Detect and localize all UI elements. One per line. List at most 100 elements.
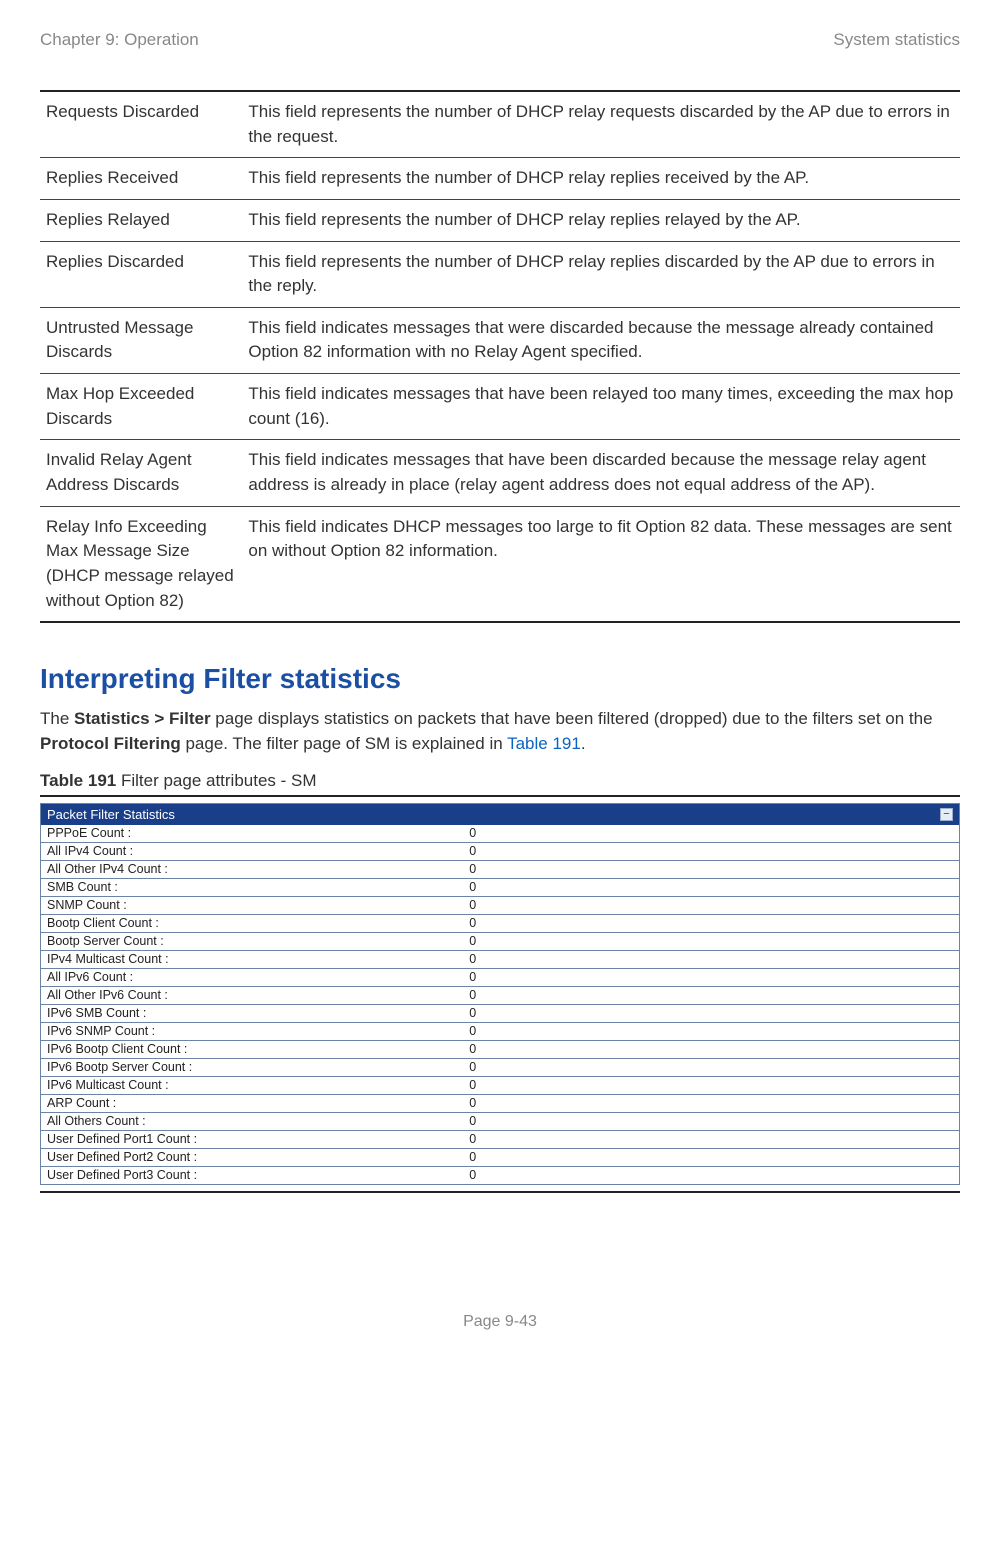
stats-value: 0 [463, 842, 959, 860]
definition-term: Invalid Relay Agent Address Discards [40, 440, 242, 506]
caption-bold: Table 191 [40, 771, 116, 790]
stats-row: PPPoE Count :0 [41, 825, 959, 843]
stats-row: All Others Count :0 [41, 1112, 959, 1130]
stats-row: All IPv4 Count :0 [41, 842, 959, 860]
stats-value: 0 [463, 896, 959, 914]
stats-row: All Other IPv4 Count :0 [41, 860, 959, 878]
stats-value: 0 [463, 932, 959, 950]
definition-row: Invalid Relay Agent Address DiscardsThis… [40, 440, 960, 506]
stats-value: 0 [463, 1022, 959, 1040]
stats-label: PPPoE Count : [41, 825, 463, 843]
definition-desc: This field indicates messages that have … [242, 374, 960, 440]
stats-row: SNMP Count :0 [41, 896, 959, 914]
definition-term: Replies Received [40, 158, 242, 200]
definition-term: Max Hop Exceeded Discards [40, 374, 242, 440]
section-heading: Interpreting Filter statistics [40, 663, 960, 695]
definition-term: Relay Info Exceeding Max Message Size (D… [40, 506, 242, 622]
definition-row: Replies ReceivedThis field represents th… [40, 158, 960, 200]
header-right: System statistics [833, 30, 960, 50]
stats-label: SNMP Count : [41, 896, 463, 914]
definition-desc: This field represents the number of DHCP… [242, 158, 960, 200]
stats-row: ARP Count :0 [41, 1094, 959, 1112]
definition-row: Requests DiscardedThis field represents … [40, 91, 960, 158]
table-link[interactable]: Table 191 [507, 734, 581, 753]
stats-value: 0 [463, 1166, 959, 1184]
stats-value: 0 [463, 950, 959, 968]
stats-label: Bootp Client Count : [41, 914, 463, 932]
definition-desc: This field represents the number of DHCP… [242, 241, 960, 307]
stats-row: IPv6 SMB Count :0 [41, 1004, 959, 1022]
stats-row: User Defined Port3 Count :0 [41, 1166, 959, 1184]
definition-term: Requests Discarded [40, 91, 242, 158]
stats-value: 0 [463, 1040, 959, 1058]
definition-desc: This field indicates messages that have … [242, 440, 960, 506]
stats-row: IPv4 Multicast Count :0 [41, 950, 959, 968]
stats-label: User Defined Port3 Count : [41, 1166, 463, 1184]
stats-row: IPv6 Bootp Client Count :0 [41, 1040, 959, 1058]
definition-term: Replies Relayed [40, 199, 242, 241]
stats-value: 0 [463, 914, 959, 932]
stats-value: 0 [463, 1130, 959, 1148]
stats-label: All Others Count : [41, 1112, 463, 1130]
stats-value: 0 [463, 1112, 959, 1130]
stats-table: PPPoE Count :0All IPv4 Count :0All Other… [41, 825, 959, 1184]
stats-label: IPv6 Bootp Client Count : [41, 1040, 463, 1058]
stats-label: IPv4 Multicast Count : [41, 950, 463, 968]
body-text: The [40, 709, 74, 728]
collapse-icon[interactable]: − [940, 808, 953, 821]
stats-row: All IPv6 Count :0 [41, 968, 959, 986]
stats-value: 0 [463, 986, 959, 1004]
stats-row: All Other IPv6 Count :0 [41, 986, 959, 1004]
stats-value: 0 [463, 1004, 959, 1022]
header-left: Chapter 9: Operation [40, 30, 199, 50]
stats-label: All IPv6 Count : [41, 968, 463, 986]
definition-term: Replies Discarded [40, 241, 242, 307]
stats-label: IPv6 Multicast Count : [41, 1076, 463, 1094]
panel-header: Packet Filter Statistics − [41, 804, 959, 825]
definition-term: Untrusted Message Discards [40, 307, 242, 373]
stats-label: ARP Count : [41, 1094, 463, 1112]
page-header: Chapter 9: Operation System statistics [40, 30, 960, 50]
stats-value: 0 [463, 1094, 959, 1112]
stats-label: All Other IPv6 Count : [41, 986, 463, 1004]
stats-row: IPv6 SNMP Count :0 [41, 1022, 959, 1040]
definition-desc: This field represents the number of DHCP… [242, 91, 960, 158]
page: Chapter 9: Operation System statistics R… [0, 0, 1000, 1371]
definitions-table: Requests DiscardedThis field represents … [40, 90, 960, 623]
definition-desc: This field indicates messages that were … [242, 307, 960, 373]
definition-row: Replies DiscardedThis field represents t… [40, 241, 960, 307]
definition-row: Untrusted Message DiscardsThis field ind… [40, 307, 960, 373]
stats-label: IPv6 SMB Count : [41, 1004, 463, 1022]
stats-label: IPv6 Bootp Server Count : [41, 1058, 463, 1076]
stats-label: All Other IPv4 Count : [41, 860, 463, 878]
stats-row: IPv6 Multicast Count :0 [41, 1076, 959, 1094]
definition-desc: This field indicates DHCP messages too l… [242, 506, 960, 622]
body-bold-2: Protocol Filtering [40, 734, 181, 753]
stats-value: 0 [463, 825, 959, 843]
stats-panel: Packet Filter Statistics − PPPoE Count :… [40, 803, 960, 1185]
stats-label: Bootp Server Count : [41, 932, 463, 950]
stats-label: IPv6 SNMP Count : [41, 1022, 463, 1040]
stats-value: 0 [463, 1058, 959, 1076]
section-body: The Statistics > Filter page displays st… [40, 707, 960, 756]
stats-row: Bootp Client Count :0 [41, 914, 959, 932]
stats-label: User Defined Port1 Count : [41, 1130, 463, 1148]
definition-desc: This field represents the number of DHCP… [242, 199, 960, 241]
definition-row: Max Hop Exceeded DiscardsThis field indi… [40, 374, 960, 440]
body-text: page displays statistics on packets that… [211, 709, 933, 728]
body-bold-1: Statistics > Filter [74, 709, 211, 728]
body-text: . [581, 734, 586, 753]
figure-wrap: Packet Filter Statistics − PPPoE Count :… [40, 795, 960, 1193]
table-caption: Table 191 Filter page attributes - SM [40, 771, 960, 791]
definition-row: Replies RelayedThis field represents the… [40, 199, 960, 241]
stats-value: 0 [463, 860, 959, 878]
body-text: page. The filter page of SM is explained… [181, 734, 507, 753]
stats-value: 0 [463, 1148, 959, 1166]
stats-value: 0 [463, 1076, 959, 1094]
caption-rest: Filter page attributes - SM [116, 771, 316, 790]
stats-row: Bootp Server Count :0 [41, 932, 959, 950]
page-footer: Page 9-43 [40, 1313, 960, 1331]
stats-row: IPv6 Bootp Server Count :0 [41, 1058, 959, 1076]
panel-title: Packet Filter Statistics [47, 807, 175, 822]
stats-label: All IPv4 Count : [41, 842, 463, 860]
